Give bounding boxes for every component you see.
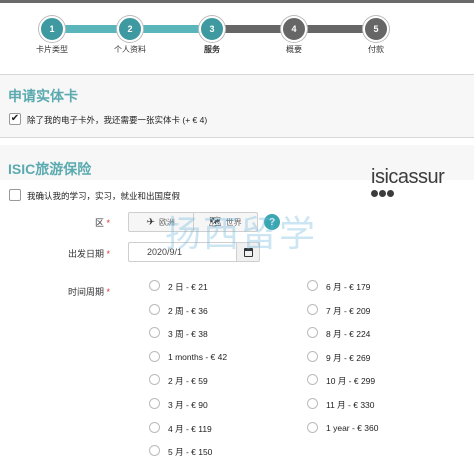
isicassur-logo: isicassur — [371, 166, 471, 206]
period-radio[interactable] — [307, 303, 318, 315]
physical-card-title: 申请实体卡 — [8, 88, 78, 104]
europe-map-icon: ✈ — [146, 216, 155, 228]
step-1-label: 卡片类型 — [36, 45, 68, 54]
step-3-label: 服务 — [204, 45, 220, 54]
period-radio[interactable] — [149, 398, 160, 409]
period-option-label: 2 日 - € 21 — [168, 282, 208, 292]
period-radio[interactable] — [149, 374, 160, 386]
period-radio[interactable] — [307, 327, 318, 339]
period-option-label: 11 月 - € 330 — [326, 400, 375, 410]
step-4-label: 概要 — [286, 45, 302, 54]
period-option-label: 8 月 - € 224 — [326, 329, 371, 340]
period-radio[interactable] — [307, 398, 318, 409]
step-4-circle: 4 — [281, 16, 307, 42]
period-option-label: 3 周 - € 38 — [168, 329, 208, 340]
world-map-icon: 🗺 — [208, 216, 222, 228]
step-5-circle: 5 — [363, 16, 389, 42]
insurance-confirm-checkbox[interactable] — [9, 189, 21, 201]
period-radio[interactable] — [149, 280, 160, 291]
progress-stepper: 1 2 3 4 5 卡片类型 个人资料 服务 概要 付款 — [0, 12, 474, 62]
period-option-label: 2 周 - € 36 — [168, 305, 208, 316]
check-mark-icon: ✔ — [10, 113, 20, 124]
period-option-label: 2 月 - € 59 — [168, 376, 208, 387]
step-2-circle[interactable]: 2 — [117, 16, 143, 42]
period-option-label: 6 月 - € 179 — [326, 282, 371, 292]
period-option-label: 5 月 - € 150 — [168, 447, 213, 458]
insurance-confirm-label: 我确认我的学习，实习，就业和出国度假 — [27, 191, 181, 201]
period-radio[interactable] — [149, 445, 160, 457]
period-option-label: 1 months - € 42 — [168, 351, 228, 362]
physical-card-checkbox-label: 除了我的电子卡外，我还需要一张实体卡 (+ € 4) — [27, 115, 208, 125]
step-3-circle[interactable]: 3 — [199, 16, 225, 42]
top-border — [0, 0, 474, 3]
logo-text: isicassur — [371, 166, 445, 188]
region-label: 区 * — [94, 218, 110, 228]
divider — [0, 137, 474, 138]
region-option-europe[interactable]: ✈ 欧洲 — [129, 213, 193, 231]
physical-card-section — [0, 75, 474, 137]
period-option-label: 1 year - € 360 — [326, 422, 379, 433]
start-date-input[interactable]: 2020/9/1 — [128, 242, 236, 262]
period-radio[interactable] — [149, 327, 160, 339]
period-radio[interactable] — [307, 280, 318, 291]
period-radio[interactable] — [307, 350, 318, 362]
insurance-title: ISIC旅游保险 — [8, 161, 92, 177]
step-5-label: 付款 — [368, 45, 384, 54]
period-radio[interactable] — [149, 303, 160, 315]
period-radio[interactable] — [307, 421, 318, 433]
period-option-label: 4 月 - € 119 — [168, 423, 212, 434]
logo-dots-icon — [371, 190, 471, 197]
period-radio[interactable] — [149, 350, 160, 362]
period-radio[interactable] — [307, 374, 318, 386]
period-label: 时间周期 * — [67, 287, 110, 297]
period-option-label: 7 月 - € 209 — [326, 305, 371, 316]
physical-card-checkbox[interactable]: ✔ — [9, 113, 21, 125]
step-1-circle[interactable]: 1 — [39, 16, 65, 42]
period-option-label: 10 月 - € 299 — [326, 376, 376, 387]
region-selector[interactable]: ✈ 欧洲 🗺 世界 — [128, 212, 258, 232]
help-icon[interactable]: ? — [264, 214, 280, 230]
region-option-world[interactable]: 🗺 世界 — [192, 213, 258, 231]
start-date-label: 出发日期 * — [67, 249, 110, 259]
period-option-label: 9 月 - € 269 — [326, 352, 371, 363]
calendar-icon — [243, 247, 253, 257]
calendar-button[interactable] — [236, 242, 260, 262]
period-option-label: 3 月 - € 90 — [168, 400, 208, 410]
step-2-label: 个人资料 — [114, 45, 146, 54]
period-radio[interactable] — [149, 421, 160, 433]
